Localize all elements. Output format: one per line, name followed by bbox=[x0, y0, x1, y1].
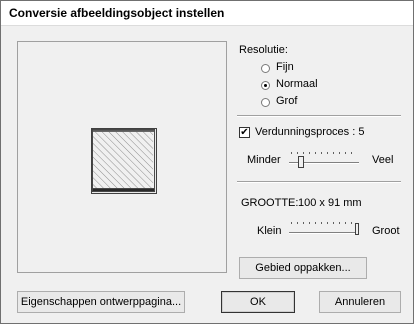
radio-fijn-label[interactable]: Fijn bbox=[276, 61, 294, 73]
thinning-max-label: Veel bbox=[372, 154, 394, 166]
thinning-slider-thumb[interactable] bbox=[298, 156, 304, 168]
size-slider-track[interactable] bbox=[289, 232, 359, 234]
size-min-label: Klein bbox=[257, 225, 282, 237]
size-slider-ticks bbox=[291, 222, 357, 224]
ok-button[interactable]: OK bbox=[221, 291, 295, 313]
title-bar: Conversie afbeeldingsobject instellen bbox=[1, 1, 413, 26]
properties-button[interactable]: Eigenschappen ontwerppagina... bbox=[17, 291, 185, 313]
radio-fijn-indicator[interactable] bbox=[261, 64, 270, 73]
dialog-title: Conversie afbeeldingsobject instellen bbox=[9, 6, 225, 20]
radio-grof-indicator[interactable] bbox=[261, 98, 270, 107]
size-label: GROOTTE: bbox=[241, 197, 299, 209]
divider-2 bbox=[237, 181, 401, 183]
size-value: 100 x 91 mm bbox=[298, 197, 362, 209]
preview-image bbox=[91, 128, 157, 194]
dialog: Conversie afbeeldingsobject instellen Re… bbox=[0, 0, 414, 324]
radio-normaal-indicator[interactable] bbox=[261, 81, 270, 90]
radio-grof-label[interactable]: Grof bbox=[276, 95, 297, 107]
pick-area-button[interactable]: Gebied oppakken... bbox=[239, 257, 367, 279]
radio-normaal-label[interactable]: Normaal bbox=[276, 78, 318, 90]
cancel-button[interactable]: Annuleren bbox=[319, 291, 401, 313]
size-slider-thumb[interactable] bbox=[355, 223, 359, 235]
divider-1 bbox=[237, 115, 401, 117]
size-max-label: Groot bbox=[372, 225, 400, 237]
thinning-min-label: Minder bbox=[247, 154, 281, 166]
thinning-label[interactable]: Verdunningsproces : 5 bbox=[255, 126, 364, 138]
thinning-slider-ticks bbox=[291, 152, 357, 154]
thinning-checkbox[interactable]: ✔ bbox=[239, 127, 250, 138]
preview-pane bbox=[17, 41, 227, 273]
resolution-label: Resolutie: bbox=[239, 44, 288, 56]
